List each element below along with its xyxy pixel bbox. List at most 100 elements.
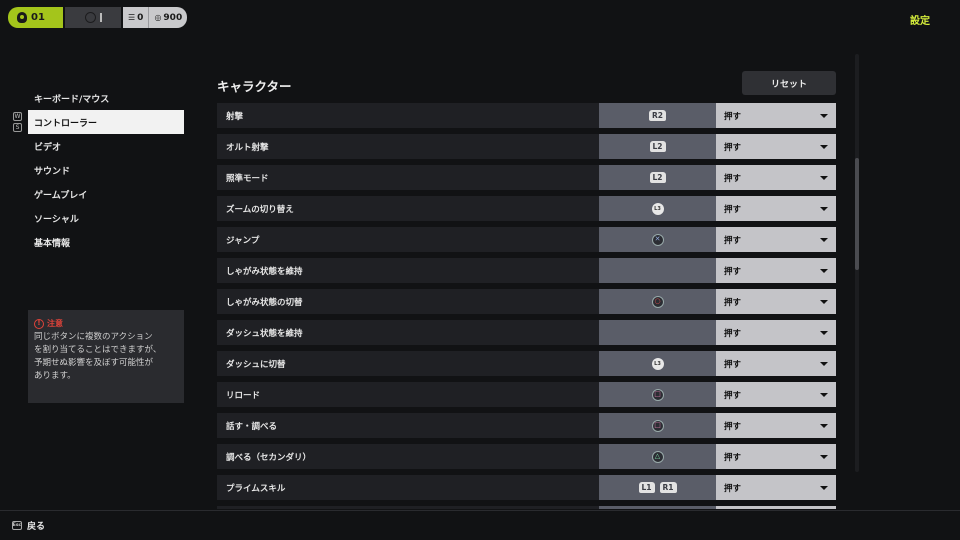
sidebar-item[interactable]: コントローラー (28, 110, 184, 134)
binding-row[interactable]: ダッシュ状態を維持 押す (217, 320, 836, 345)
currency-panel: ☰ 0 ◎ 900 (123, 7, 188, 28)
mode-dropdown[interactable]: 押す (716, 320, 836, 345)
binding-row[interactable]: ジャンプ ✕ 押す (217, 227, 836, 252)
mode-dropdown[interactable]: 押す (716, 196, 836, 221)
pass-icon: ☰ (128, 13, 136, 22)
binding-row[interactable]: 照準モード L2 押す (217, 165, 836, 190)
binding-row[interactable]: ズームの切り替え L3 押す (217, 196, 836, 221)
binding-row[interactable]: ダッシュに切替 L3 押す (217, 351, 836, 376)
key-binding-slot[interactable] (599, 506, 716, 509)
sidebar-item[interactable]: サウンド (28, 158, 184, 182)
binding-row[interactable]: オルト射撃 L2 押す (217, 134, 836, 159)
key-binding-slot[interactable]: □ (599, 413, 716, 438)
mode-dropdown[interactable]: 押す (716, 382, 836, 407)
binding-row[interactable]: 調べる（セカンダリ） △ 押す (217, 444, 836, 469)
circle-button-icon: ○ (651, 295, 664, 308)
mode-value: 押す (724, 452, 742, 463)
binding-row[interactable] (217, 506, 836, 509)
key-binding-slot[interactable] (599, 258, 716, 283)
key-binding-slot[interactable]: L3 (599, 196, 716, 221)
mode-dropdown[interactable]: 押す (716, 413, 836, 438)
key-binding-slot[interactable]: L2 (599, 165, 716, 190)
key-binding-slot[interactable]: L2 (599, 134, 716, 159)
action-label: ダッシュ状態を維持 (226, 328, 303, 339)
tab-switch-hints: W S (13, 112, 22, 132)
player-icon (17, 12, 27, 23)
scrollbar-thumb[interactable] (855, 158, 859, 270)
mode-value: 押す (724, 483, 742, 494)
reset-button[interactable]: リセット (742, 71, 836, 95)
mode-dropdown[interactable]: 押す (716, 165, 836, 190)
currency-coin-value: 900 (163, 12, 183, 23)
chevron-down-icon (820, 206, 828, 211)
ring-icon (84, 12, 96, 23)
coin-icon: ◎ (154, 13, 162, 22)
chevron-down-icon (820, 268, 828, 273)
sidebar-item[interactable]: ソーシャル (28, 206, 184, 230)
binding-row[interactable]: しゃがみ状態を維持 押す (217, 258, 836, 283)
notice-panel: ! 注意 同じボタンに複数のアクション を割り当てることはできますが、 予期せぬ… (28, 310, 184, 403)
triangle-button-icon: △ (651, 450, 664, 463)
chevron-down-icon (820, 299, 828, 304)
action-label: 照準モード (226, 173, 269, 184)
currency-pass: ☰ 0 (123, 7, 148, 28)
chevron-down-icon (820, 485, 828, 490)
chevron-down-icon (820, 144, 828, 149)
binding-row[interactable]: 射撃 R2 押す (217, 103, 836, 128)
footer-divider (0, 510, 960, 511)
mode-dropdown[interactable]: 押す (716, 227, 836, 252)
key-binding-slot[interactable]: L3 (599, 351, 716, 376)
rank-badge: 01 (8, 7, 63, 28)
action-label: プライムスキル (226, 483, 286, 494)
key-binding-slot[interactable] (599, 320, 716, 345)
key-binding-slot[interactable]: □ (599, 382, 716, 407)
action-label: リロード (226, 390, 261, 401)
key-binding-slot[interactable]: ✕ (599, 227, 716, 252)
key-binding-slot[interactable]: R2 (599, 103, 716, 128)
chevron-down-icon (820, 113, 828, 118)
mode-dropdown[interactable]: 押す (716, 134, 836, 159)
sidebar-item[interactable]: ビデオ (28, 134, 184, 158)
sidebar-item[interactable]: 基本情報 (28, 230, 184, 254)
key-binding-slot[interactable]: △ (599, 444, 716, 469)
key-binding-slot[interactable]: ○ (599, 289, 716, 314)
mode-value: 押す (724, 111, 742, 122)
mode-dropdown[interactable]: 押す (716, 444, 836, 469)
key-hint-w: W (13, 112, 22, 121)
key-binding-slot[interactable]: L1 R1 (599, 475, 716, 500)
warning-icon: ! (34, 318, 44, 329)
mode-value: 押す (724, 266, 742, 277)
binding-row[interactable]: リロード □ 押す (217, 382, 836, 407)
mode-dropdown[interactable]: 押す (716, 475, 836, 500)
trigger-button-icon: L2 (649, 172, 666, 183)
mode-dropdown[interactable]: 押す (716, 289, 836, 314)
trigger-button-icon: L1 (638, 482, 655, 493)
action-label: 射撃 (226, 111, 244, 122)
esc-key-icon: Esc (12, 521, 22, 530)
mode-dropdown[interactable]: 押す (716, 103, 836, 128)
sidebar-item[interactable]: ゲームプレイ (28, 182, 184, 206)
back-label: 戻る (27, 522, 46, 532)
notice-header: ! 注意 (34, 318, 178, 329)
mode-dropdown[interactable] (716, 506, 836, 509)
binding-row[interactable]: しゃがみ状態の切替 ○ 押す (217, 289, 836, 314)
binding-row[interactable]: プライムスキル L1 R1 押す (217, 475, 836, 500)
stick-button-icon: L3 (651, 357, 664, 370)
bar-icon (99, 13, 102, 22)
currency-coin: ◎ 900 (148, 7, 187, 28)
notice-text: 同じボタンに複数のアクション を割り当てることはできますが、 予期せぬ影響を及ぼ… (34, 332, 162, 381)
sidebar-item[interactable]: キーボード/マウス (28, 86, 184, 110)
mode-dropdown[interactable]: 押す (716, 258, 836, 283)
binding-row[interactable]: 話す・調べる □ 押す (217, 413, 836, 438)
trigger-button-icon: L2 (649, 141, 666, 152)
square-button-icon: □ (651, 388, 664, 401)
section-title: キャラクター (217, 79, 292, 94)
stick-button-icon: L3 (651, 202, 664, 215)
action-label: 調べる（セカンダリ） (226, 452, 312, 463)
back-button[interactable]: Esc 戻る (12, 519, 45, 532)
mode-dropdown[interactable]: 押す (716, 351, 836, 376)
chevron-down-icon (820, 361, 828, 366)
action-label: しゃがみ状態の切替 (226, 297, 303, 308)
action-label: ジャンプ (226, 235, 260, 246)
chevron-down-icon (820, 392, 828, 397)
